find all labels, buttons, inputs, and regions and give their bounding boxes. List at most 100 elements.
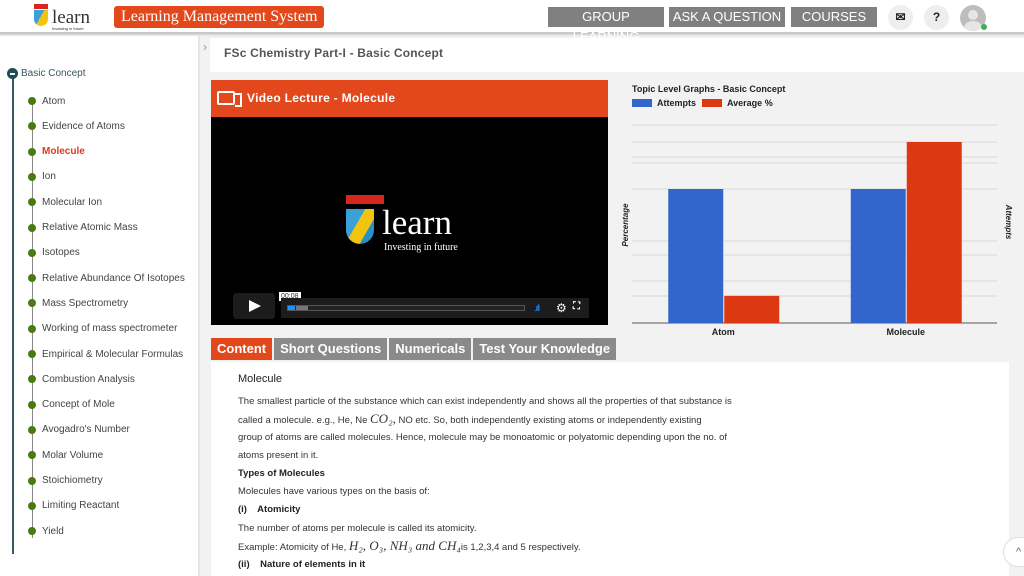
sidebar-item[interactable]: Working of mass spectrometer: [28, 322, 177, 336]
seek-progress: [288, 306, 296, 310]
sidebar-item[interactable]: Avogadro's Number: [28, 423, 130, 437]
avatar-body: [964, 21, 982, 31]
bullet-icon: [28, 451, 36, 460]
top-nav-bar: learn Investing in future Learning Manag…: [0, 0, 1024, 44]
tab-short-questions[interactable]: Short Questions: [274, 338, 388, 360]
sidebar-item[interactable]: Yield: [28, 524, 64, 538]
play-button[interactable]: [233, 293, 275, 319]
video-player[interactable]: Video Lecture - Molecule learn Investing…: [211, 80, 608, 325]
bullet-icon: [28, 97, 36, 105]
sidebar-item[interactable]: Evidence of Atoms: [28, 119, 125, 133]
content-text: NO etc. So, both independently existing …: [398, 415, 702, 426]
mail-icon: ✉: [895, 10, 906, 24]
u-logo-mark: [346, 209, 374, 244]
bullet-icon: [28, 223, 36, 232]
atomicity-definition: The number of atoms per molecule is call…: [238, 523, 477, 534]
bullet-icon: [28, 198, 36, 207]
sidebar-item[interactable]: Molecular Ion: [28, 195, 102, 209]
sidebar-item-label: Stoichiometry: [42, 475, 103, 486]
sidebar-item-label: Working of mass spectrometer: [42, 323, 178, 335]
courses-button[interactable]: COURSES: [791, 7, 877, 27]
mail-button[interactable]: ✉: [888, 5, 913, 30]
formula-example: H₂, O₃, NH₃ and CH₄: [348, 538, 461, 553]
bullet-icon: [28, 425, 36, 434]
sidebar-item-label: Mass Spectrometry: [42, 297, 129, 309]
breadcrumb-text: FSc Chemistry Part-I - Basic Concept: [224, 46, 444, 60]
atomicity-example: Example: Atomicity of He, H₂, O₃, NH₃ an…: [238, 539, 581, 555]
online-status-dot: [981, 24, 987, 30]
types-heading: Types of Molecules: [238, 468, 325, 479]
types-intro: Molecules have various types on the basi…: [238, 486, 430, 497]
sidebar-item-label: Yield: [42, 525, 64, 537]
sidebar-item-label: Relative Abundance Of Isotopes: [42, 272, 185, 284]
sidebar-item-label: Concept of Mole: [42, 399, 115, 411]
sidebar-item[interactable]: Isotopes: [28, 246, 80, 260]
sidebar-item-label: Molecular Ion: [42, 196, 103, 208]
bullet-icon: [28, 527, 36, 536]
sidebar-item[interactable]: Molecule: [28, 145, 85, 159]
help-button[interactable]: ?: [924, 5, 949, 30]
sidebar-item[interactable]: Ion: [28, 170, 56, 184]
sidebar-item-label: Avogadro's Number: [42, 424, 130, 436]
content-panel: Molecule The smallest particle of the su…: [211, 362, 1009, 576]
collapse-icon[interactable]: [7, 68, 18, 79]
bullet-icon: [28, 172, 36, 181]
y-axis-label-right: Attempts: [1004, 204, 1013, 240]
ask-question-button[interactable]: ASK A QUESTION: [669, 7, 785, 27]
avatar-head: [968, 10, 978, 20]
content-heading: Molecule: [238, 373, 283, 385]
bullet-icon: [28, 274, 36, 283]
sidebar-item[interactable]: Relative Atomic Mass: [28, 221, 138, 235]
ulearn-logo[interactable]: learn Investing in future: [32, 4, 92, 32]
fullscreen-icon[interactable]: ⛶: [573, 301, 580, 312]
x-tick-label: Molecule: [886, 327, 925, 337]
formula-co2: CO₂,: [370, 411, 396, 426]
sidebar-item[interactable]: Molar Volume: [28, 448, 103, 462]
atomicity-heading: (i) Atomicity: [238, 504, 301, 515]
breadcrumb: FSc Chemistry Part-I - Basic Concept: [210, 38, 1024, 72]
bar-attempts-molecule: [850, 189, 906, 323]
sidebar-item[interactable]: Empirical & Molecular Formulas: [28, 347, 183, 361]
bullet-icon: [28, 248, 36, 257]
volume-icon[interactable]: .ıll: [534, 303, 540, 313]
nature-heading: (ii) Nature of elements in it: [238, 559, 366, 570]
sidebar-item-label: Relative Atomic Mass: [42, 222, 138, 233]
sidebar-root-basic-concept[interactable]: Basic Concept: [7, 68, 85, 79]
content-line: group of atoms are called molecules. Hen…: [238, 432, 727, 443]
topic-sidebar: Basic Concept Atom Evidence of Atoms Molec…: [0, 36, 200, 576]
sidebar-item[interactable]: Concept of Mole: [28, 398, 115, 412]
book-icon: [346, 195, 384, 204]
content-line: The smallest particle of the substance w…: [238, 396, 732, 407]
tab-test-your-knowledge[interactable]: Test Your Knowledge: [473, 338, 617, 360]
sidebar-item[interactable]: Mass Spectrometry: [28, 296, 128, 310]
sidebar-item-label: Atom: [42, 95, 66, 107]
bullet-icon: [28, 324, 36, 333]
sidebar-item-label: Empirical & Molecular Formulas: [42, 348, 184, 360]
y-axis-label-left: Percentage: [621, 203, 630, 247]
video-logo-tagline: Investing in future: [384, 242, 458, 253]
video-camera-icon: [217, 91, 242, 107]
sidebar-item[interactable]: Stoichiometry: [28, 474, 103, 488]
sidebar-item[interactable]: Limiting Reactant: [28, 499, 119, 513]
subtree-line: [32, 98, 33, 538]
group-learning-button[interactable]: GROUP LEARNING: [548, 7, 664, 44]
logo-tagline: Investing in future: [52, 26, 84, 31]
content-line: called a molecule. e.g., He, Ne CO₂, NO …: [238, 412, 702, 428]
sidebar-item[interactable]: Relative Abundance Of Isotopes: [28, 271, 185, 285]
settings-gear-icon[interactable]: ⚙: [556, 301, 567, 315]
video-title: Video Lecture - Molecule: [247, 91, 396, 105]
content-text: is 1,2,3,4 and 5 respectively.: [460, 542, 581, 553]
sidebar-item-label: Evidence of Atoms: [42, 120, 125, 132]
u-logo-mark: [34, 10, 48, 26]
sidebar-item[interactable]: Combustion Analysis: [28, 372, 135, 386]
seek-bar[interactable]: [287, 305, 525, 311]
tab-numericals[interactable]: Numericals: [389, 338, 472, 360]
bar-average--atom: [724, 295, 780, 323]
expand-sidebar-icon[interactable]: ›: [203, 40, 207, 54]
tab-content[interactable]: Content: [211, 338, 273, 360]
bullet-icon: [28, 122, 36, 131]
video-logo-text: learn: [382, 203, 452, 242]
sidebar-item-label: Limiting Reactant: [42, 500, 120, 512]
bullet-icon: [28, 350, 36, 358]
sidebar-item[interactable]: Atom: [28, 94, 65, 108]
